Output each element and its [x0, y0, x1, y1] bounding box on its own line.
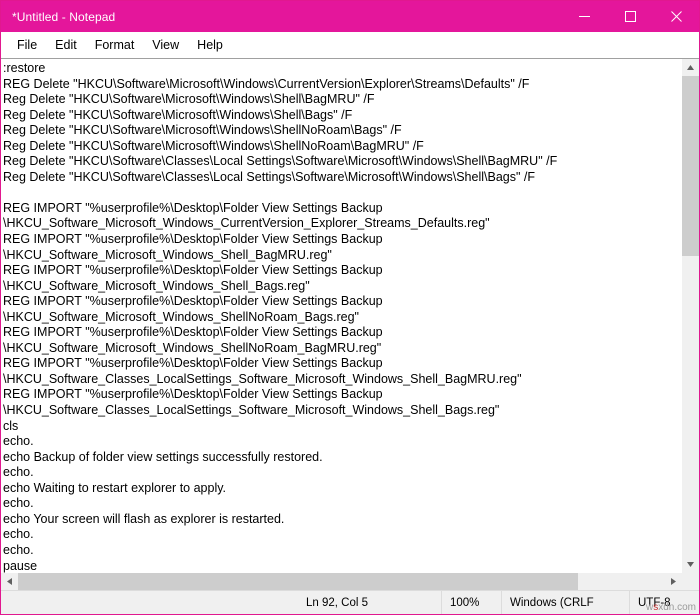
status-line-ending[interactable]: Windows (CRLF — [501, 591, 629, 614]
window-title: *Untitled - Notepad — [12, 9, 116, 24]
close-button[interactable] — [653, 1, 699, 32]
scrollbar-corner — [682, 573, 699, 590]
editor-area: :restore REG Delete "HKCU\Software\Micro… — [1, 58, 699, 573]
title-bar: *Untitled - Notepad — [1, 1, 699, 32]
hscroll-track[interactable] — [578, 573, 665, 590]
text-editor[interactable]: :restore REG Delete "HKCU\Software\Micro… — [1, 59, 681, 573]
hscroll-thumb[interactable] — [18, 573, 578, 590]
menu-bar: File Edit Format View Help — [1, 32, 699, 58]
horizontal-scrollbar[interactable] — [1, 573, 699, 590]
menu-item-help[interactable]: Help — [188, 35, 232, 55]
maximize-button[interactable] — [607, 1, 653, 32]
editor-content: :restore REG Delete "HKCU\Software\Micro… — [3, 61, 558, 573]
scroll-right-arrow[interactable] — [665, 573, 682, 590]
scroll-down-arrow[interactable] — [682, 556, 699, 573]
status-bar: Ln 92, Col 5 100% Windows (CRLF UTF-8 — [1, 590, 699, 614]
status-encoding[interactable]: UTF-8 — [629, 591, 699, 614]
vertical-scrollbar[interactable] — [681, 59, 699, 573]
menu-item-format[interactable]: Format — [86, 35, 144, 55]
minimize-button[interactable] — [561, 1, 607, 32]
status-zoom[interactable]: 100% — [441, 591, 501, 614]
menu-item-view[interactable]: View — [143, 35, 188, 55]
menu-item-file[interactable]: File — [8, 35, 46, 55]
status-position: Ln 92, Col 5 — [306, 596, 369, 609]
scroll-up-arrow[interactable] — [682, 59, 699, 76]
window-controls — [561, 1, 699, 32]
menu-item-edit[interactable]: Edit — [46, 35, 86, 55]
vscroll-thumb[interactable] — [682, 76, 699, 256]
scroll-left-arrow[interactable] — [1, 573, 18, 590]
notepad-window: *Untitled - Notepad File Edit Format Vie… — [0, 0, 700, 615]
